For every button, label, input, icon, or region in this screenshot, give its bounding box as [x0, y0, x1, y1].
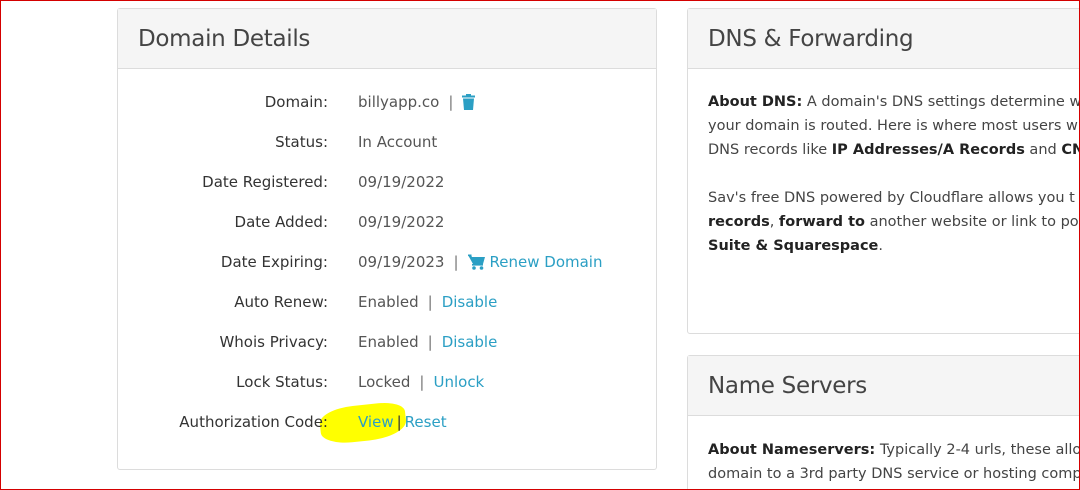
separator: |	[427, 333, 433, 351]
about-dns-text-4: and	[1024, 142, 1062, 158]
cloudflare-text-4: .	[878, 238, 883, 254]
name-servers-header: Name Servers	[688, 356, 1080, 416]
about-nameservers-text-2: domain to a 3rd party DNS service or hos…	[708, 466, 1080, 482]
screenshot-frame	[0, 0, 1080, 490]
row-whois-privacy: Whois Privacy: Enabled | Disable	[118, 330, 656, 354]
row-date-added: Date Added: 09/19/2022	[118, 210, 656, 234]
whois-privacy-status: Enabled	[358, 333, 419, 351]
viewport-clip: Domain Details Domain: billyapp.co | Sta…	[0, 0, 1080, 490]
row-status: Status: In Account	[118, 130, 656, 154]
whois-privacy-disable-link[interactable]: Disable	[442, 330, 498, 354]
dns-forwarding-body: About DNS: A domain's DNS settings deter…	[688, 69, 1080, 258]
domain-details-title: Domain Details	[138, 25, 311, 52]
row-lock-status: Lock Status: Locked | Unlock	[118, 370, 656, 394]
status-value: In Account	[358, 133, 438, 151]
name-servers-panel: Name Servers About Nameservers: Typicall…	[687, 355, 1080, 490]
authorization-code-label: Authorization Code:	[179, 413, 328, 431]
row-auto-renew: Auto Renew: Enabled | Disable	[118, 290, 656, 314]
about-nameservers-heading: About Nameservers:	[708, 442, 876, 458]
records-bold: records	[708, 214, 770, 230]
separator: |	[419, 373, 425, 391]
date-added-label: Date Added:	[234, 213, 328, 231]
about-dns-paragraph: About DNS: A domain's DNS settings deter…	[708, 90, 1080, 162]
ip-addresses-bold: IP Addresses/A Records	[831, 142, 1025, 158]
cart-icon	[467, 254, 486, 270]
lock-status-value: Locked | Unlock	[358, 370, 484, 394]
status-label: Status:	[275, 133, 328, 151]
about-nameservers-text-1: Typically 2-4 urls, these allow	[875, 442, 1080, 458]
about-nameservers-paragraph: About Nameservers: Typically 2-4 urls, t…	[708, 438, 1080, 486]
cname-bold: CNA	[1061, 142, 1080, 158]
authorization-code-value: View | Reset	[358, 410, 447, 434]
highlight-marker	[318, 400, 408, 446]
trash-icon[interactable]	[462, 94, 476, 110]
cloudflare-text-1: Sav's free DNS powered by Cloudflare all…	[708, 190, 1075, 206]
unlock-link[interactable]: Unlock	[433, 370, 484, 394]
renew-domain-link[interactable]: Renew Domain	[467, 250, 603, 274]
lock-status-label: Lock Status:	[236, 373, 328, 391]
dns-forwarding-header: DNS & Forwarding	[688, 9, 1080, 69]
domain-details-panel: Domain Details Domain: billyapp.co | Sta…	[117, 8, 657, 470]
row-authorization-code: Authorization Code: View | Reset	[118, 410, 656, 434]
renew-domain-label[interactable]: Renew Domain	[490, 250, 603, 274]
about-dns-heading: About DNS:	[708, 94, 803, 110]
auto-renew-disable-link[interactable]: Disable	[442, 290, 498, 314]
separator: |	[396, 413, 402, 431]
date-expiring-value: 09/19/2023 | Renew Domain	[358, 250, 603, 274]
row-domain: Domain: billyapp.co |	[118, 90, 656, 114]
cloudflare-text-2: ,	[769, 214, 779, 230]
about-dns-text-3: DNS records like	[708, 142, 832, 158]
whois-privacy-label: Whois Privacy:	[219, 333, 328, 351]
name-servers-title: Name Servers	[708, 372, 867, 399]
row-date-registered: Date Registered: 09/19/2022	[118, 170, 656, 194]
domain-details-header: Domain Details	[118, 9, 656, 69]
auto-renew-value: Enabled | Disable	[358, 290, 497, 314]
auto-renew-status: Enabled	[358, 293, 419, 311]
auth-code-view-link[interactable]: View	[358, 410, 394, 434]
auto-renew-label: Auto Renew:	[234, 293, 328, 311]
date-added-value: 09/19/2022	[358, 213, 445, 231]
whois-privacy-value: Enabled | Disable	[358, 330, 497, 354]
date-registered-value: 09/19/2022	[358, 173, 445, 191]
date-expiring-text: 09/19/2023	[358, 253, 445, 271]
separator: |	[427, 293, 433, 311]
about-dns-text-1: A domain's DNS settings determine wh	[802, 94, 1080, 110]
domain-value: billyapp.co |	[358, 90, 476, 114]
name-servers-body: About Nameservers: Typically 2-4 urls, t…	[688, 416, 1080, 486]
auth-code-reset-link[interactable]: Reset	[405, 410, 447, 434]
dns-forwarding-panel: DNS & Forwarding About DNS: A domain's D…	[687, 8, 1080, 334]
cloudflare-paragraph: Sav's free DNS powered by Cloudflare all…	[708, 186, 1080, 258]
domain-label: Domain:	[264, 93, 328, 111]
date-expiring-label: Date Expiring:	[220, 253, 328, 271]
separator: |	[453, 253, 459, 271]
domain-name: billyapp.co	[358, 93, 440, 111]
lock-status-text: Locked	[358, 373, 411, 391]
about-dns-text-2: your domain is routed. Here is where mos…	[708, 118, 1080, 134]
cloudflare-text-3: another website or link to popul	[865, 214, 1080, 230]
dns-forwarding-title: DNS & Forwarding	[708, 25, 914, 52]
date-registered-label: Date Registered:	[202, 173, 328, 191]
forward-to-bold: forward to	[778, 214, 865, 230]
suite-squarespace-bold: Suite & Squarespace	[708, 238, 879, 254]
row-date-expiring: Date Expiring: 09/19/2023 | Renew Domain	[118, 250, 656, 274]
separator: |	[448, 93, 454, 111]
